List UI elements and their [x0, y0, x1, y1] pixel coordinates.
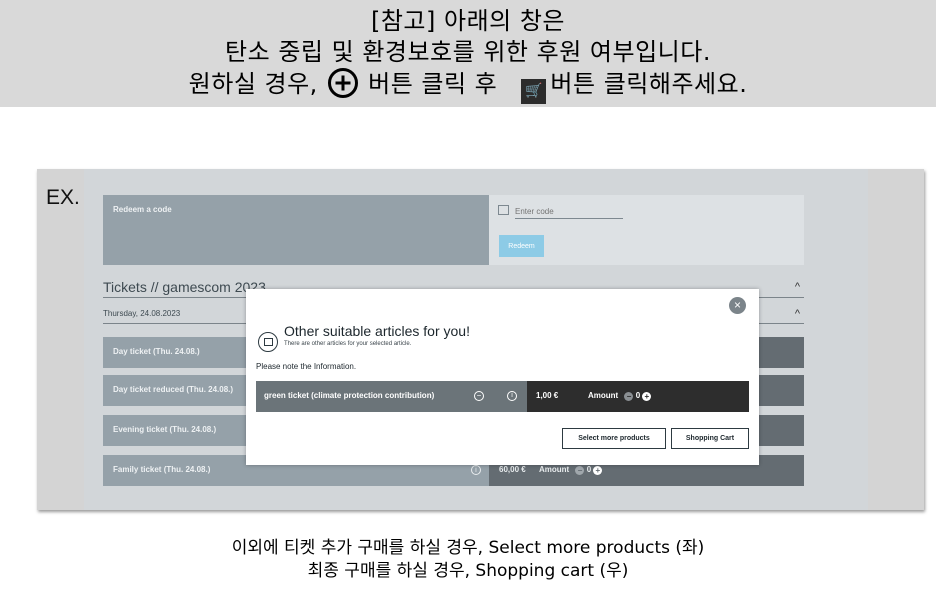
code-input[interactable] [515, 205, 623, 219]
amount-control: Amount − 0 + [588, 391, 652, 401]
amount-control: Amount − 0 + [539, 465, 603, 475]
ticket-name: Family ticket (Thu. 24.08.) [113, 465, 211, 474]
redeem-button[interactable]: Redeem [499, 235, 544, 257]
collapse-icon[interactable]: − [474, 391, 484, 401]
green-ticket-name: green ticket (climate protection contrib… [264, 391, 435, 400]
footer-line-1: 이외에 티켓 추가 구매를 하실 경우, Select more product… [231, 538, 705, 558]
info-icon[interactable]: i [471, 465, 481, 475]
banner-line-3-middle: 버튼 클릭 후 [368, 70, 498, 98]
info-icon[interactable]: i [507, 391, 517, 401]
example-label: EX. [46, 186, 80, 209]
green-ticket-amount-cell: 1,00 € Amount − 0 + [527, 381, 749, 412]
green-ticket-name-cell: green ticket (climate protection contrib… [256, 381, 527, 412]
select-more-products-button[interactable]: Select more products [562, 428, 666, 449]
amount-label: Amount [539, 465, 570, 474]
ticket-name: Day ticket reduced (Thu. 24.08.) [113, 385, 234, 394]
gift-icon [498, 205, 509, 215]
ticket-shop: Redeem a code Redeem Tickets // gamescom… [84, 169, 868, 510]
redeem-code-section: Redeem a code [103, 195, 489, 265]
amount-qty: 0 [586, 465, 592, 474]
green-ticket-price: 1,00 € [536, 391, 559, 400]
gift-icon [258, 332, 278, 352]
banner-line-1: [참고] 아래의 창은 [370, 7, 566, 35]
modal-subtitle: There are other articles for your select… [284, 341, 412, 347]
suggestion-modal: × Other suitable articles for you! There… [246, 289, 759, 465]
cart-icon: 🛒 [521, 79, 547, 104]
close-icon[interactable]: × [729, 297, 746, 314]
shopping-cart-button[interactable]: Shopping Cart [671, 428, 749, 449]
modal-title: Other suitable articles for you! [284, 323, 470, 339]
minus-icon[interactable]: − [575, 466, 585, 475]
chevron-up-icon[interactable]: ^ [795, 281, 800, 293]
banner-line-2: 탄소 중립 및 환경보호를 위한 후원 여부입니다. [225, 38, 711, 66]
banner-line-3-start: 원하실 경우, [188, 70, 318, 98]
plus-icon[interactable]: + [593, 466, 603, 475]
banner-line-3: 원하실 경우, 버튼 클릭 후 🛒 버튼 클릭해주세요. [0, 68, 936, 104]
ticket-price: 60,00 € [499, 465, 526, 474]
footer-caption: 이외에 티켓 추가 구매를 하실 경우, Select more product… [0, 537, 936, 583]
modal-note: Please note the Information. [256, 362, 357, 371]
amount-label: Amount [588, 391, 619, 400]
plus-icon[interactable]: + [642, 392, 652, 401]
banner-line-3-end: 버튼 클릭해주세요. [550, 70, 748, 98]
date-title: Thursday, 24.08.2023 [103, 309, 181, 318]
ticket-name: Day ticket (Thu. 24.08.) [113, 347, 200, 356]
example-panel: EX. Redeem a code Redeem Tickets // game… [37, 169, 924, 510]
redeem-title: Redeem a code [113, 205, 172, 214]
green-ticket-row: green ticket (climate protection contrib… [256, 381, 749, 412]
instruction-banner: [참고] 아래의 창은 탄소 중립 및 환경보호를 위한 후원 여부입니다. 원… [0, 0, 936, 107]
chevron-up-icon[interactable]: ^ [795, 308, 800, 320]
circled-plus-icon [327, 68, 358, 98]
footer-line-2: 최종 구매를 하실 경우, Shopping cart (우) [307, 561, 629, 581]
minus-icon[interactable]: − [624, 392, 634, 401]
amount-qty: 0 [635, 391, 641, 400]
tickets-title: Tickets // gamescom 2023 [103, 279, 266, 295]
ticket-name: Evening ticket (Thu. 24.08.) [113, 425, 217, 434]
redeem-form: Redeem [489, 195, 804, 265]
